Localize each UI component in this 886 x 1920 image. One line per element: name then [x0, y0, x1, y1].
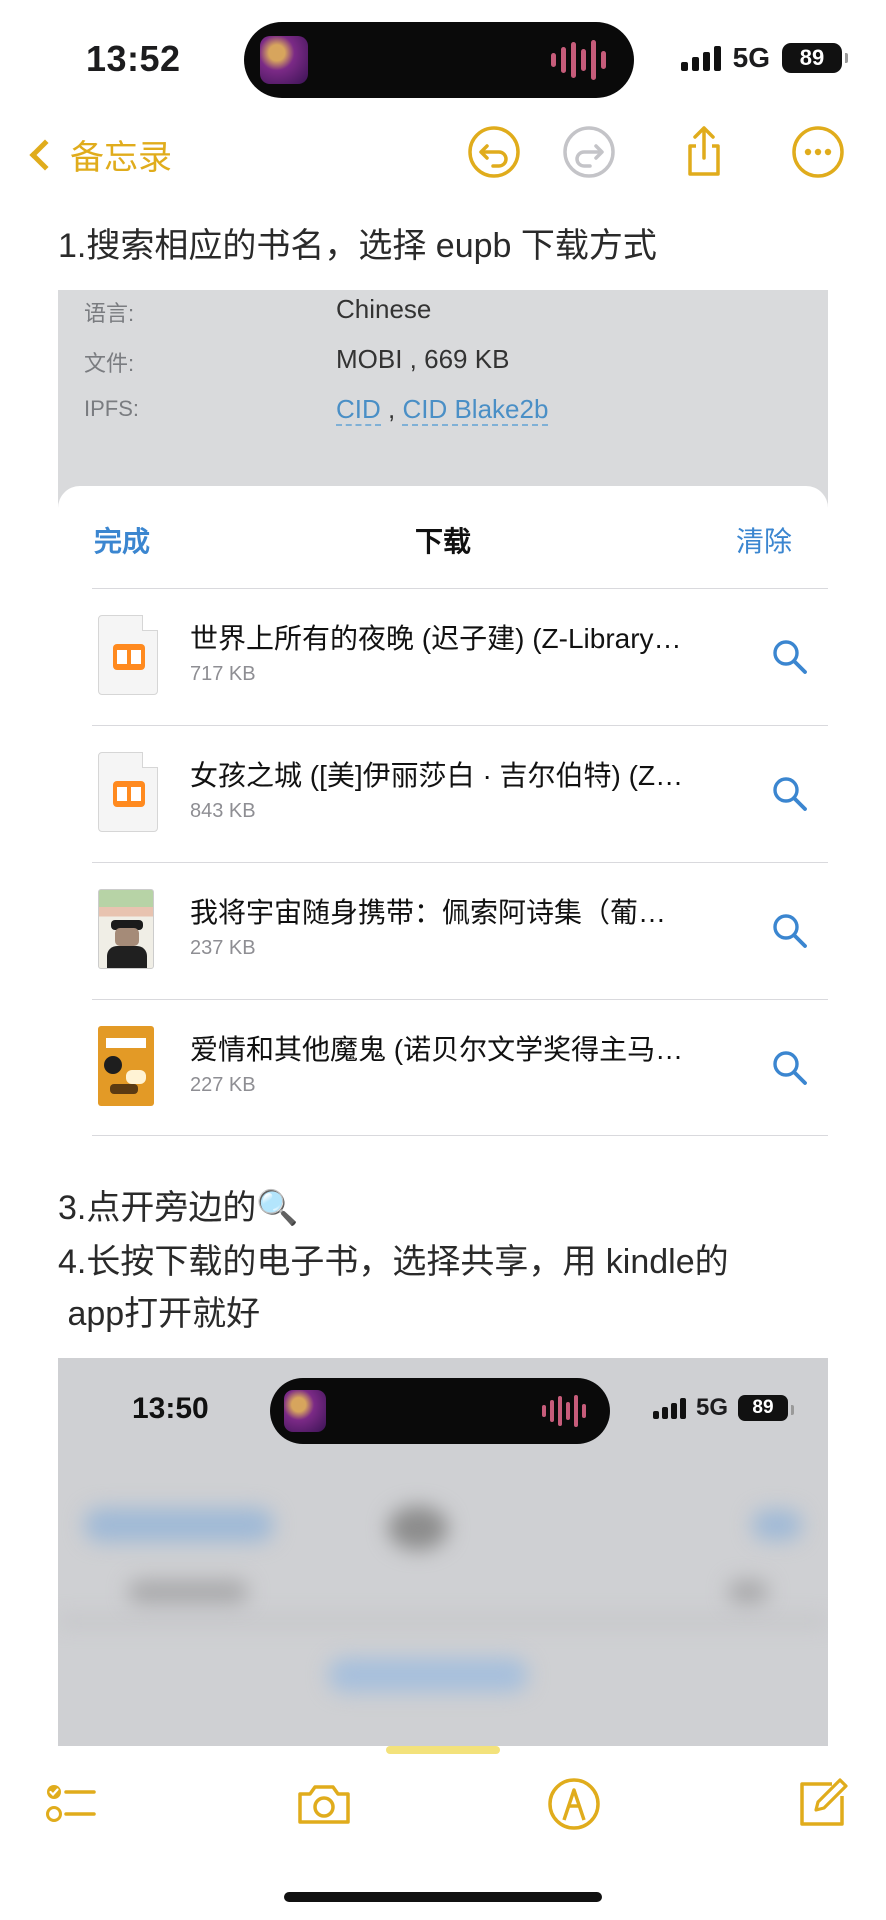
- blurred-element: [84, 1508, 274, 1542]
- ipfs-label: IPFS:: [84, 396, 140, 421]
- share-icon: [688, 126, 720, 176]
- file-label: 文件:: [84, 351, 135, 376]
- download-item[interactable]: 女孩之城 ([美]伊丽莎白 · 吉尔伯特) (Z-Library).epub 8…: [92, 725, 828, 862]
- download-item[interactable]: 我将宇宙随身携带：佩索阿诗集（葡萄牙）.epub 237 KB: [92, 862, 828, 999]
- camera-button[interactable]: [294, 1774, 354, 1834]
- redo-button[interactable]: [561, 124, 617, 180]
- downloads-sheet: 完成 下载 清除 世界上所有的夜晚 (迟子建) (Z-Library).epub…: [58, 486, 828, 1156]
- blurred-element: [128, 1580, 248, 1604]
- status-indicators: 5G 89: [680, 42, 848, 74]
- language-value: Chinese: [336, 294, 432, 324]
- epub-file-icon: [98, 615, 158, 695]
- magnifying-glass-icon[interactable]: [770, 774, 810, 814]
- more-button[interactable]: [790, 124, 846, 180]
- ellipsis-circle-icon: [792, 126, 844, 178]
- pen-tip-circle-icon: [548, 1778, 600, 1830]
- embedded-status-indicators: 5G 89: [652, 1394, 794, 1422]
- selection-highlight: [386, 1746, 500, 1754]
- ipfs-links: CID , CID Blake2b: [336, 394, 549, 426]
- chevron-left-icon: [29, 138, 61, 171]
- download-item-size: 227 KB: [190, 1074, 256, 1096]
- redo-icon: [563, 126, 615, 178]
- download-item-size: 843 KB: [190, 800, 256, 822]
- status-bar: 13:52 5G 89: [0, 0, 886, 110]
- cid-link[interactable]: CID: [336, 394, 381, 426]
- embedded-network-type: 5G: [695, 1394, 728, 1421]
- blurred-element: [388, 1506, 448, 1550]
- blurred-element: [728, 1580, 768, 1604]
- undo-icon: [468, 126, 520, 178]
- embedded-battery-indicator: 89: [738, 1395, 794, 1421]
- download-item-size: 237 KB: [190, 937, 256, 959]
- cid-blake2b-link[interactable]: CID Blake2b: [402, 394, 549, 426]
- epub-file-icon: [98, 752, 158, 832]
- book-cover-icon: [98, 889, 158, 969]
- audio-waveform-icon: [542, 1394, 586, 1428]
- share-button[interactable]: [676, 124, 732, 180]
- downloads-title: 下载: [414, 526, 471, 557]
- status-time: 13:52: [86, 38, 181, 79]
- markup-button[interactable]: [544, 1774, 604, 1834]
- audio-waveform-icon: [551, 40, 606, 80]
- download-item-name: 女孩之城 ([美]伊丽莎白 · 吉尔伯特) (Z-Library).epub: [190, 760, 690, 791]
- compose-icon: [800, 1778, 848, 1826]
- cellular-signal-icon: [652, 1397, 686, 1419]
- cellular-signal-icon: [680, 45, 721, 71]
- now-playing-artwork-icon: [260, 36, 308, 84]
- blurred-element: [58, 1618, 828, 1624]
- checklist-button[interactable]: [40, 1774, 100, 1834]
- file-value: MOBI , 669 KB: [336, 344, 510, 374]
- embedded-screenshot-blurred[interactable]: 13:50 5G 89: [58, 1358, 828, 1746]
- download-item[interactable]: 世界上所有的夜晚 (迟子建) (Z-Library).epub 717 KB: [92, 588, 828, 725]
- checklist-icon: [46, 1785, 96, 1822]
- download-list: 世界上所有的夜晚 (迟子建) (Z-Library).epub 717 KB 女…: [92, 588, 828, 1136]
- bottom-toolbar: [0, 1760, 886, 1850]
- compose-button[interactable]: [792, 1774, 852, 1834]
- battery-indicator: 89: [782, 43, 848, 73]
- navigation-bar: 备忘录: [0, 120, 886, 196]
- note-step-4[interactable]: 4.长按下载的电子书，选择共享，用 kindle的 app打开就好: [58, 1236, 729, 1340]
- note-step-3[interactable]: 3.点开旁边的🔍: [58, 1182, 299, 1234]
- camera-icon: [298, 1785, 350, 1824]
- dynamic-island[interactable]: [244, 22, 634, 98]
- now-playing-artwork-icon: [284, 1390, 326, 1432]
- magnifying-glass-icon[interactable]: [770, 911, 810, 951]
- home-indicator[interactable]: [284, 1892, 602, 1902]
- blurred-element: [328, 1658, 528, 1692]
- network-type: 5G: [732, 42, 770, 73]
- back-label: 备忘录: [70, 139, 172, 177]
- note-step-1[interactable]: 1.搜索相应的书名，选择 eupb 下载方式: [58, 220, 657, 272]
- download-item[interactable]: 爱情和其他魔鬼 (诺贝尔文学奖得主马尔克斯).epub 227 KB: [92, 999, 828, 1136]
- magnifying-glass-icon[interactable]: [770, 637, 810, 677]
- back-button[interactable]: 备忘录: [24, 130, 172, 179]
- downloads-sheet-header: 完成 下载 清除: [58, 486, 828, 588]
- undo-button[interactable]: [466, 124, 522, 180]
- download-item-name: 爱情和其他魔鬼 (诺贝尔文学奖得主马尔克斯).epub: [190, 1034, 690, 1065]
- language-label: 语言:: [84, 301, 135, 326]
- blurred-element: [752, 1510, 802, 1540]
- clear-button[interactable]: 清除: [736, 520, 792, 560]
- embedded-dynamic-island: [270, 1378, 610, 1444]
- download-item-name: 我将宇宙随身携带：佩索阿诗集（葡萄牙）.epub: [190, 897, 690, 928]
- embedded-status-time: 13:50: [132, 1392, 209, 1425]
- cid-separator: ,: [380, 394, 403, 424]
- embedded-screenshot-download-list[interactable]: 语言: Chinese 文件: MOBI , 669 KB IPFS: CID …: [58, 290, 828, 1156]
- download-item-size: 717 KB: [190, 663, 256, 685]
- download-item-name: 世界上所有的夜晚 (迟子建) (Z-Library).epub: [190, 623, 690, 654]
- magnifying-glass-icon[interactable]: [770, 1048, 810, 1088]
- book-cover-icon: [98, 1026, 158, 1106]
